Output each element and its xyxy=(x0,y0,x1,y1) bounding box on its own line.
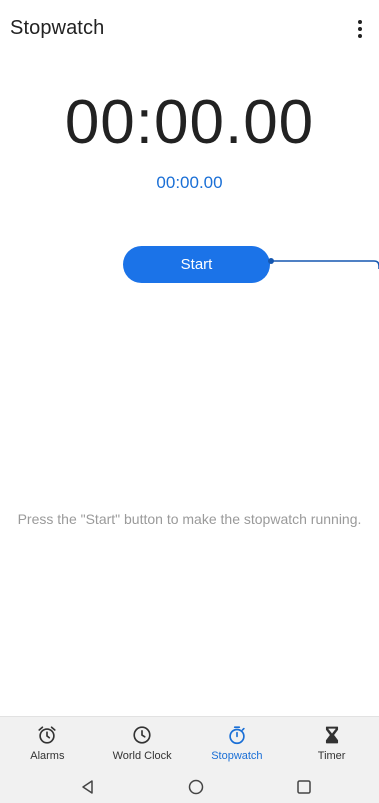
nav-label-stopwatch: Stopwatch xyxy=(211,750,263,762)
elapsed-time-display: 00:00.00 xyxy=(64,88,315,157)
nav-item-timer[interactable]: Timer xyxy=(284,717,379,771)
start-button[interactable]: Start xyxy=(123,246,270,283)
nav-item-alarms[interactable]: Alarms xyxy=(0,717,95,771)
app-title: Stopwatch xyxy=(10,17,105,39)
more-vert-icon-dot xyxy=(358,34,362,38)
more-vert-icon-dot xyxy=(358,27,362,31)
more-vert-icon xyxy=(358,20,362,24)
back-triangle-icon[interactable] xyxy=(79,778,97,796)
system-navigation-bar xyxy=(0,770,379,803)
start-hint-text: Press the "Start" button to make the sto… xyxy=(17,511,362,527)
nav-label-world-clock: World Clock xyxy=(112,750,172,762)
clock-icon xyxy=(133,726,151,744)
stopwatch-screen: Stopwatch 00:00.00 00:00.00 Start Press … xyxy=(0,0,379,803)
nav-label-timer: Timer xyxy=(317,750,346,762)
recents-square-icon[interactable] xyxy=(295,778,313,796)
nav-item-world-clock[interactable]: World Clock xyxy=(95,717,190,771)
tutorial-pointer-line xyxy=(268,258,379,269)
pointer-path xyxy=(271,260,379,269)
home-circle-icon[interactable] xyxy=(187,778,205,796)
nav-label-alarms: Alarms xyxy=(30,750,65,762)
app-bar: Stopwatch xyxy=(0,0,379,60)
stopwatch-icon xyxy=(229,726,245,745)
lap-time-display: 00:00.00 xyxy=(156,173,223,192)
alarm-clock-icon xyxy=(38,726,56,744)
more-options-button[interactable] xyxy=(349,15,371,43)
hourglass-icon xyxy=(325,726,338,744)
nav-item-stopwatch[interactable]: Stopwatch xyxy=(190,717,285,771)
bottom-navigation: Alarms World Clock Stopwatch Timer xyxy=(0,716,379,771)
